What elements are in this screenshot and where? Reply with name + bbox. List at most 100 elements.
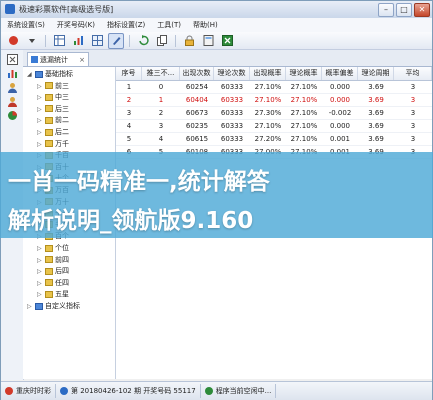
table-cell: 60333	[220, 109, 244, 117]
grid-icon[interactable]	[89, 33, 105, 49]
column-header[interactable]: 理论概率	[286, 67, 322, 80]
table-cell: 0.000	[329, 122, 351, 130]
column-header[interactable]: 序号	[116, 67, 142, 80]
status-program: 程序当前空闲中...	[201, 384, 277, 398]
expand-icon[interactable]: ▷	[37, 289, 43, 300]
menu-indicators[interactable]: 指标设置(Z)	[101, 18, 151, 32]
minimize-button[interactable]: –	[378, 3, 394, 17]
dropdown-icon[interactable]	[24, 33, 40, 49]
tree-item-label: 后四	[55, 267, 69, 276]
tab-close-button[interactable]: ×	[79, 53, 85, 67]
tab-omission-stats[interactable]: 遗漏统计 ×	[27, 52, 89, 66]
tree-item[interactable]: ▷ 中三	[37, 92, 69, 103]
table-cell: 5	[126, 135, 132, 143]
excel-icon[interactable]	[219, 33, 235, 49]
maximize-button[interactable]: □	[396, 3, 412, 17]
table-icon	[31, 56, 38, 63]
title-bar[interactable]: 极速彩票软件[高级选号版] – □ ✕	[1, 1, 432, 19]
table-cell: 0.000	[329, 96, 351, 104]
column-header[interactable]: 平均	[394, 67, 432, 80]
table-row[interactable]: 2 1 60404 60333 27.10% 27.10% 0.000 3.69 3	[116, 94, 432, 107]
table-cell: 27.10%	[290, 135, 318, 143]
table-row[interactable]: 3 2 60673 60333 27.30% 27.10% -0.002 3.69 3	[116, 107, 432, 120]
pen-icon[interactable]	[108, 32, 124, 49]
user-icon[interactable]	[6, 82, 18, 94]
tab-label: 遗漏统计	[40, 56, 68, 64]
menu-draw-numbers[interactable]: 开奖号码(K)	[51, 18, 101, 32]
expand-icon[interactable]: ▷	[37, 127, 43, 138]
tree-item[interactable]: ◢ 基础指标	[27, 69, 73, 80]
calc-icon[interactable]	[200, 33, 216, 49]
tree-item[interactable]: ▷ 自定义指标	[27, 301, 80, 312]
user2-icon[interactable]	[6, 96, 18, 108]
column-header[interactable]: 出现概率	[250, 67, 286, 80]
expand-icon[interactable]: ▷	[37, 115, 43, 126]
refresh-icon[interactable]	[135, 33, 151, 49]
node-icon	[45, 93, 53, 101]
tree-item[interactable]: ▷ 前三	[37, 81, 69, 92]
table-cell: 3.69	[368, 135, 384, 143]
menu-bar: 系统设置(S) 开奖号码(K) 指标设置(Z) 工具(T) 帮助(H)	[1, 18, 432, 33]
table-header: 序号 推三不... 出现次数 理论次数 出现概率 理论概率 概率偏差 理论周期 平均	[116, 67, 432, 81]
table-row[interactable]: 4 3 60235 60333 27.10% 27.10% 0.000 3.69 3	[116, 120, 432, 133]
filter-icon[interactable]	[6, 54, 18, 66]
expand-icon[interactable]: ▷	[37, 92, 43, 103]
watermark-banner: 一肖一码精准一,统计解答 解析说明_领航版9.160	[0, 152, 433, 238]
chart-icon[interactable]	[70, 33, 86, 49]
tree-item-label: 基础指标	[45, 70, 73, 78]
table-cell: 4	[158, 135, 164, 143]
table-icon[interactable]	[51, 33, 67, 49]
tree-item[interactable]: ▷ 任四	[37, 278, 69, 289]
record-icon[interactable]	[5, 33, 21, 49]
table-row[interactable]: 5 4 60615 60333 27.20% 27.10% 0.001 3.69 3	[116, 133, 432, 146]
menu-tools[interactable]: 工具(T)	[151, 18, 187, 32]
tree-item[interactable]: ▷ 前四	[37, 255, 69, 266]
column-header[interactable]: 出现次数	[180, 67, 214, 80]
tree-item[interactable]: ▷ 前二	[37, 115, 69, 126]
collapse-icon[interactable]: ◢	[27, 69, 33, 80]
tree-item[interactable]: ▷ 个位	[37, 243, 69, 254]
bar-chart-icon[interactable]	[6, 68, 18, 80]
tree-item-label: 前二	[55, 116, 69, 125]
expand-icon[interactable]: ▷	[37, 243, 43, 254]
close-button[interactable]: ✕	[414, 3, 430, 17]
table-cell: 3	[410, 135, 416, 143]
lock-icon[interactable]	[181, 33, 197, 49]
table-cell: -0.002	[328, 109, 352, 117]
tree-item[interactable]: ▷ 后二	[37, 127, 69, 138]
expand-icon[interactable]: ▷	[37, 139, 43, 150]
table-cell: 27.10%	[290, 96, 318, 104]
tree-item-label: 后二	[55, 128, 69, 136]
table-cell: 60673	[185, 109, 209, 117]
table-cell: 27.10%	[254, 122, 282, 130]
column-header[interactable]: 理论次数	[214, 67, 250, 80]
expand-icon[interactable]: ▷	[37, 81, 43, 92]
expand-icon[interactable]: ▷	[37, 104, 43, 115]
tree-item-label: 中三	[55, 93, 69, 102]
menu-help[interactable]: 帮助(H)	[187, 18, 224, 32]
expand-icon[interactable]: ▷	[27, 301, 33, 312]
table-cell: 3.69	[368, 96, 384, 104]
expand-icon[interactable]: ▷	[37, 278, 43, 289]
table-cell: 3	[410, 109, 416, 117]
node-icon	[45, 140, 53, 148]
tree-item[interactable]: ▷ 五星	[37, 289, 69, 300]
column-header[interactable]: 推三不...	[142, 67, 180, 80]
tree-item[interactable]: ▷ 后四	[37, 266, 69, 277]
node-icon	[45, 279, 53, 287]
menu-system[interactable]: 系统设置(S)	[1, 18, 51, 32]
table-cell: 60333	[220, 135, 244, 143]
expand-icon[interactable]: ▷	[37, 266, 43, 277]
table-cell: 4	[126, 122, 132, 130]
column-header[interactable]: 概率偏差	[322, 67, 358, 80]
table-cell: 27.20%	[254, 135, 282, 143]
table-row[interactable]: 1 0 60254 60333 27.10% 27.10% 0.000 3.69 3	[116, 81, 432, 94]
tree-item[interactable]: ▷ 万千	[37, 139, 69, 150]
column-header[interactable]: 理论周期	[358, 67, 394, 80]
table-cell: 3	[410, 96, 416, 104]
table-cell: 3	[126, 109, 132, 117]
copy-icon[interactable]	[154, 33, 170, 49]
expand-icon[interactable]: ▷	[37, 255, 43, 266]
pie-icon[interactable]	[6, 110, 18, 122]
tree-item[interactable]: ▷ 后三	[37, 104, 69, 115]
